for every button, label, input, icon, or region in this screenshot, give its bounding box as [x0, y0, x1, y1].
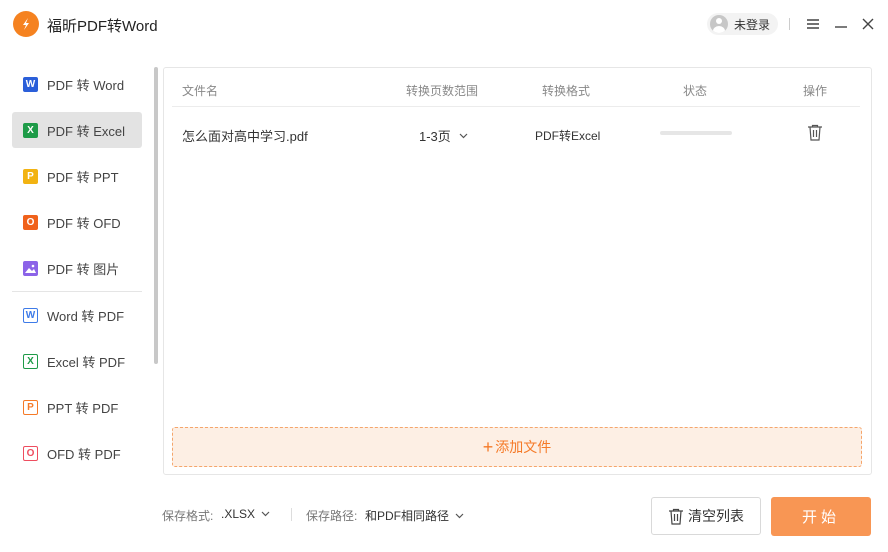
- progress-bar: [660, 131, 732, 135]
- clear-list-button[interactable]: 清空列表: [651, 497, 761, 535]
- app-title: 福昕PDF转Word: [47, 18, 158, 35]
- page-range-dropdown[interactable]: 1-3页: [419, 126, 468, 145]
- column-header-action: 操作: [803, 84, 828, 98]
- sidebar-item-pdf-to-ofd[interactable]: O PDF 转 OFD: [12, 204, 142, 240]
- sidebar-item-label: PDF 转 图片: [47, 261, 120, 277]
- sidebar-item-label: OFD 转 PDF: [47, 446, 121, 462]
- clear-list-label: 清空列表: [688, 508, 744, 524]
- user-status-label: 未登录: [734, 17, 771, 32]
- ofd-to-pdf-icon: O: [23, 445, 38, 461]
- sidebar-divider: [12, 291, 142, 292]
- title-divider: [789, 18, 790, 30]
- save-path-value: 和PDF相同路径: [365, 509, 450, 523]
- sidebar-item-label: PDF 转 PPT: [47, 169, 119, 185]
- file-name: 怎么面对高中学习.pdf: [182, 129, 308, 144]
- ppt-icon: P: [23, 168, 38, 184]
- sidebar-item-word-to-pdf[interactable]: W Word 转 PDF: [12, 297, 142, 333]
- delete-icon[interactable]: [807, 124, 823, 141]
- sidebar-item-ppt-to-pdf[interactable]: P PPT 转 PDF: [12, 389, 142, 425]
- save-format-dropdown[interactable]: .XLSX: [221, 507, 270, 521]
- image-icon: [23, 260, 38, 276]
- save-format-label: 保存格式:: [162, 509, 214, 523]
- close-icon[interactable]: [860, 16, 876, 32]
- sidebar-item-pdf-to-word[interactable]: W PDF 转 Word: [12, 66, 142, 102]
- column-header-status: 状态: [683, 84, 708, 98]
- trash-icon: [669, 508, 683, 525]
- title-bar: 福昕PDF转Word 未登录: [0, 0, 888, 50]
- column-header-format: 转换格式: [542, 84, 591, 98]
- sidebar-item-pdf-to-image[interactable]: PDF 转 图片: [12, 250, 142, 286]
- plus-icon: +: [482, 437, 494, 457]
- sidebar-item-label: Excel 转 PDF: [47, 354, 126, 370]
- minimize-icon[interactable]: [833, 16, 849, 32]
- sidebar-item-label: PDF 转 Excel: [47, 123, 126, 139]
- word-to-pdf-icon: W: [23, 307, 38, 323]
- table-header-divider: [172, 106, 860, 107]
- sidebar-item-excel-to-pdf[interactable]: X Excel 转 PDF: [12, 343, 142, 379]
- sidebar-item-label: PDF 转 OFD: [47, 215, 121, 231]
- word-icon: W: [23, 76, 38, 92]
- chevron-down-icon: [261, 511, 270, 517]
- menu-icon[interactable]: [805, 16, 821, 32]
- column-header-page-range: 转换页数范围: [406, 84, 479, 98]
- chevron-down-icon: [459, 133, 468, 138]
- excel-to-pdf-icon: X: [23, 353, 38, 369]
- add-file-label: 添加文件: [495, 439, 552, 455]
- avatar-icon: [710, 15, 728, 33]
- footer-divider: [291, 508, 292, 521]
- start-button[interactable]: 开始: [771, 497, 871, 536]
- sidebar-scrollbar[interactable]: [154, 67, 158, 364]
- ppt-to-pdf-icon: P: [23, 399, 38, 415]
- page-range-value: 1-3页: [419, 129, 451, 144]
- sidebar-item-ofd-to-pdf[interactable]: O OFD 转 PDF: [12, 435, 142, 471]
- sidebar-item-pdf-to-excel[interactable]: X PDF 转 Excel: [12, 112, 142, 148]
- sidebar-item-label: Word 转 PDF: [47, 308, 125, 324]
- convert-format: PDF转Excel: [535, 129, 601, 143]
- column-header-filename: 文件名: [182, 84, 219, 98]
- excel-icon: X: [23, 122, 38, 138]
- save-path-dropdown[interactable]: 和PDF相同路径: [365, 507, 464, 524]
- start-label: 开始: [801, 509, 840, 526]
- app-logo-icon: [13, 11, 39, 37]
- user-login-button[interactable]: 未登录: [707, 13, 779, 35]
- sidebar-item-label: PDF 转 Word: [47, 77, 125, 93]
- add-file-button[interactable]: + 添加文件: [172, 427, 862, 467]
- ofd-icon: O: [23, 214, 38, 230]
- chevron-down-icon: [455, 513, 464, 518]
- save-path-label: 保存路径:: [306, 509, 358, 523]
- sidebar-item-pdf-to-ppt[interactable]: P PDF 转 PPT: [12, 158, 142, 194]
- sidebar-item-label: PPT 转 PDF: [47, 400, 119, 416]
- save-format-value: .XLSX: [221, 507, 256, 521]
